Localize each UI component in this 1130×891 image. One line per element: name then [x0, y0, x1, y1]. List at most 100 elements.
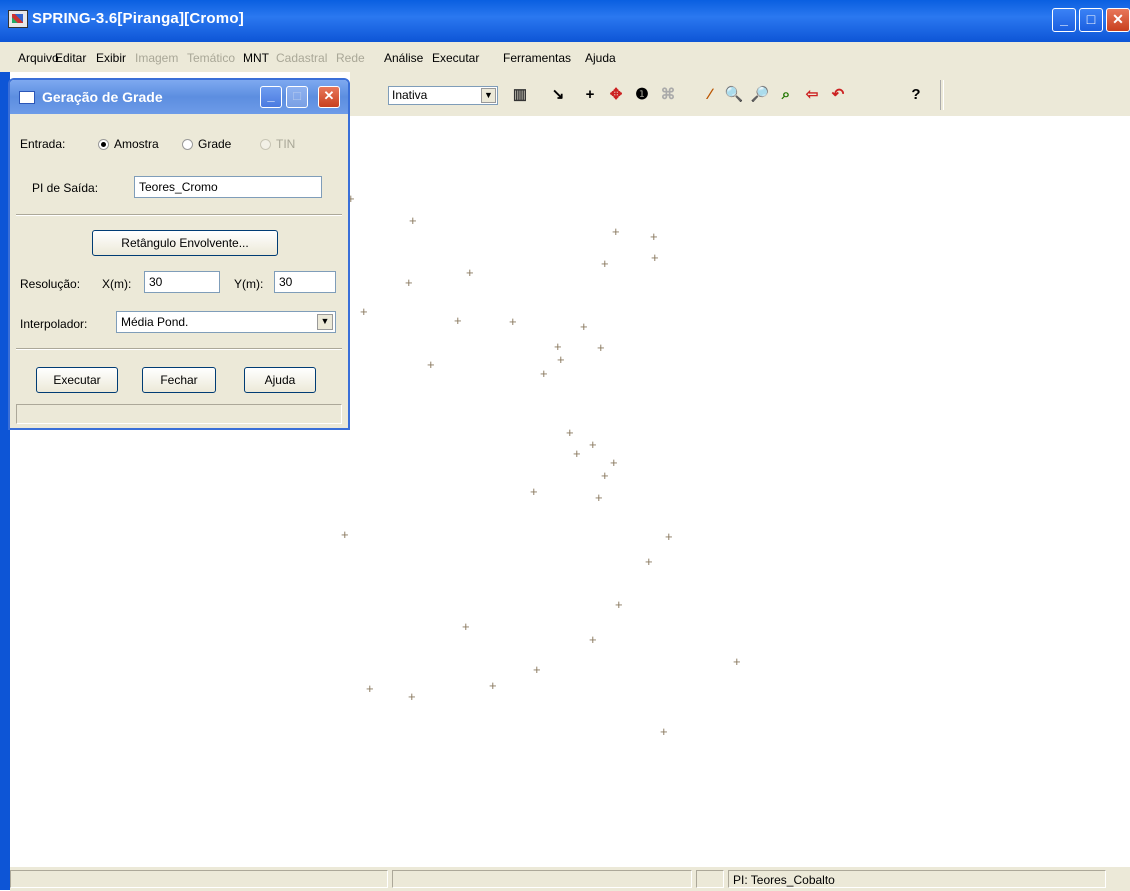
maximize-button[interactable]: □	[1079, 8, 1103, 32]
pan-icon[interactable]: ✥	[606, 85, 626, 105]
pl-saida-label: PI de Saída:	[32, 181, 99, 195]
crosshair-icon[interactable]: +	[580, 85, 600, 105]
sample-point: +	[650, 229, 658, 244]
status-pi: PI: Teores_Cobalto	[728, 870, 1106, 888]
entrada-label: Entrada:	[20, 137, 66, 151]
interpolador-label: Interpolador:	[20, 317, 88, 331]
menu-cadastral: Cadastral	[276, 51, 328, 65]
sample-point: +	[589, 437, 597, 452]
sample-point: +	[557, 352, 565, 367]
divider	[16, 348, 342, 350]
minimize-button[interactable]: _	[1052, 8, 1076, 32]
y-label: Y(m):	[234, 277, 264, 291]
status-bar: PI: Teores_Cobalto	[10, 866, 1130, 891]
dialog-maximize-button: □	[286, 86, 308, 108]
sample-point: +	[466, 265, 474, 280]
menu-editar[interactable]: Editar	[55, 51, 86, 65]
sample-point: +	[408, 689, 416, 704]
app-icon[interactable]	[8, 10, 28, 28]
sample-point: +	[665, 529, 673, 544]
menu-ajuda[interactable]: Ajuda	[585, 51, 616, 65]
arrow-down-right-icon[interactable]: ↘	[548, 85, 568, 105]
radio-tin	[260, 139, 271, 150]
mode-select[interactable]: Inativa ▼	[388, 86, 498, 105]
menu-executar[interactable]: Executar	[432, 51, 479, 65]
executar-button[interactable]: Executar	[36, 367, 118, 393]
sample-point: +	[509, 314, 517, 329]
zoom-out-icon[interactable]: 🔎	[750, 85, 770, 105]
menu-ferramentas[interactable]: Ferramentas	[503, 51, 571, 65]
sample-point: +	[601, 468, 609, 483]
dialog-title-bar[interactable]: Geração de Grade _ □ ✕	[10, 80, 348, 114]
sample-point: +	[366, 681, 374, 696]
sample-point: +	[597, 340, 605, 355]
dialog-title: Geração de Grade	[42, 89, 163, 105]
sample-point: +	[540, 366, 548, 381]
menu-analise[interactable]: Análise	[384, 51, 423, 65]
sample-point: +	[589, 632, 597, 647]
undo-icon[interactable]: ↶	[828, 85, 848, 105]
zoom-area-icon[interactable]: ⌕	[776, 85, 796, 105]
sample-point: +	[533, 662, 541, 677]
dialog-close-button[interactable]: ✕	[318, 86, 340, 108]
interpolador-select[interactable]: Média Pond. ▼	[116, 311, 336, 333]
chevron-down-icon[interactable]: ▼	[317, 314, 333, 330]
mode-select-value: Inativa	[392, 88, 428, 102]
info-icon[interactable]: ❶	[632, 85, 652, 105]
radio-tin-label: TIN	[276, 137, 296, 151]
chevron-down-icon[interactable]: ▼	[481, 88, 496, 103]
sample-point: +	[645, 554, 653, 569]
radio-grade[interactable]	[182, 139, 193, 150]
sample-point: +	[530, 484, 538, 499]
radio-grade-label[interactable]: Grade	[198, 137, 231, 151]
sample-point: +	[660, 724, 668, 739]
menu-exibir[interactable]: Exibir	[96, 51, 126, 65]
sample-point: +	[566, 425, 574, 440]
menu-tematico: Temático	[187, 51, 236, 65]
back-icon[interactable]: ⇦	[802, 85, 822, 105]
toolbar-separator	[940, 80, 944, 110]
sample-point: +	[341, 527, 349, 542]
main-title-bar[interactable]: SPRING-3.6[Piranga][Cromo] _ □ ✕	[0, 0, 1130, 42]
sample-point: +	[610, 455, 618, 470]
dialog-status-bar	[16, 404, 342, 424]
sample-point: +	[580, 319, 588, 334]
retangulo-envolvente-button[interactable]: Retângulo Envolvente...	[92, 230, 278, 256]
help-icon[interactable]: ?	[906, 85, 926, 105]
dialog-minimize-button[interactable]: _	[260, 86, 282, 108]
menu-arquivo[interactable]: Arquivo	[18, 51, 59, 65]
menu-imagem: Imagem	[135, 51, 179, 65]
radio-amostra[interactable]	[98, 139, 109, 150]
radio-amostra-label[interactable]: Amostra	[114, 137, 159, 151]
draw-line-icon[interactable]: ∕	[700, 85, 720, 105]
close-button[interactable]: ✕	[1106, 8, 1130, 32]
menu-rede: Rede	[336, 51, 365, 65]
sample-point: +	[612, 224, 620, 239]
sample-point: +	[405, 275, 413, 290]
resolucao-x-input[interactable]: 30	[144, 271, 220, 293]
window-icon	[19, 91, 35, 104]
fechar-button[interactable]: Fechar	[142, 367, 216, 393]
tag-icon[interactable]: ⌘	[658, 85, 678, 105]
sample-point: +	[601, 256, 609, 271]
pl-saida-input[interactable]: Teores_Cromo	[134, 176, 322, 198]
x-label: X(m):	[102, 277, 132, 291]
sample-point: +	[615, 597, 623, 612]
resolucao-label: Resolução:	[20, 277, 81, 291]
window-title: SPRING-3.6[Piranga][Cromo]	[32, 10, 244, 27]
sample-point: +	[595, 490, 603, 505]
sample-point: +	[733, 654, 741, 669]
ajuda-button[interactable]: Ajuda	[244, 367, 316, 393]
zoom-in-icon[interactable]: 🔍	[724, 85, 744, 105]
sample-point: +	[462, 619, 470, 634]
sample-point: +	[454, 313, 462, 328]
layers-icon[interactable]: ▥	[510, 85, 530, 105]
sample-point: +	[427, 357, 435, 372]
status-panel	[10, 870, 388, 888]
status-panel	[392, 870, 692, 888]
resolucao-y-input[interactable]: 30	[274, 271, 336, 293]
sample-point: +	[651, 250, 659, 265]
menu-mnt[interactable]: MNT	[243, 51, 269, 65]
status-panel	[696, 870, 724, 888]
divider	[16, 214, 342, 216]
